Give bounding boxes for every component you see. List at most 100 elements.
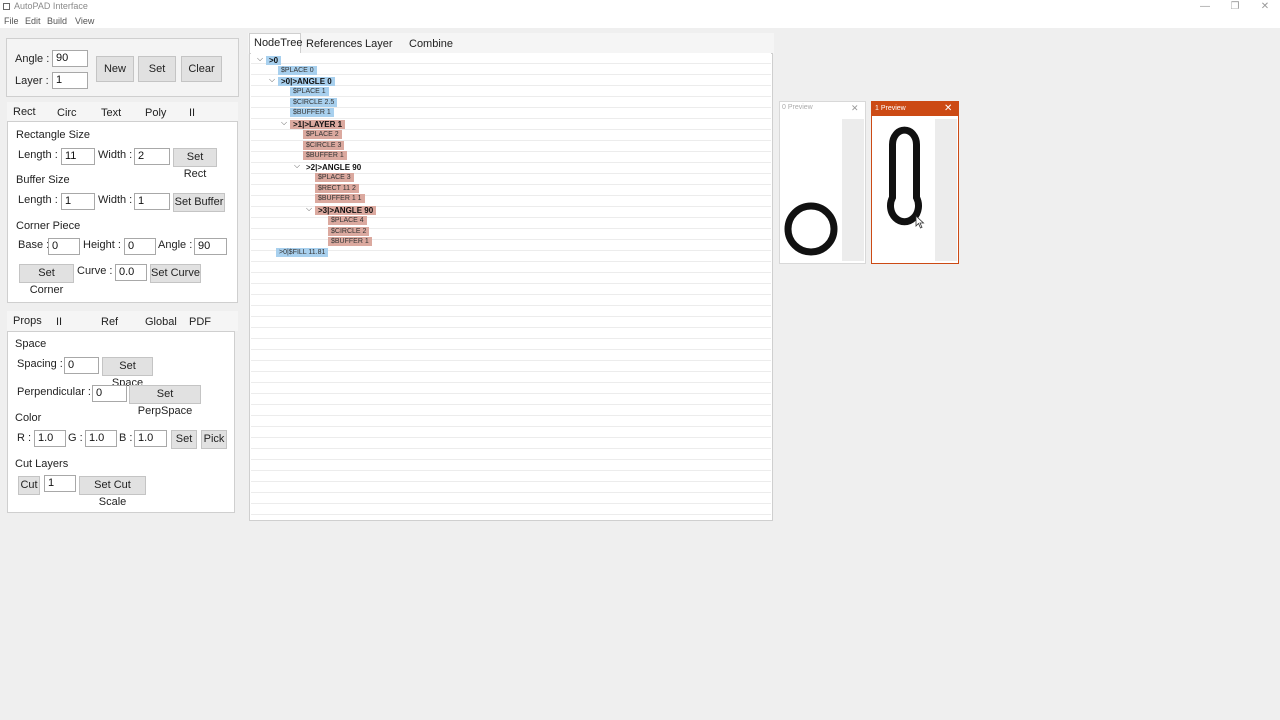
b-input[interactable]: 1.0 (134, 430, 167, 447)
pick-color-button[interactable]: Pick (201, 430, 227, 449)
set-color-button[interactable]: Set (171, 430, 197, 449)
tab-pdf[interactable]: PDF (189, 316, 211, 328)
tree-node[interactable]: $PLACE 2 (303, 130, 342, 139)
chevron-down-icon[interactable]: ⌵ (269, 75, 275, 85)
buffer-length-label: Length : (18, 194, 58, 206)
set-corner-button[interactable]: Set Corner (19, 264, 74, 296)
tab-poly[interactable]: Poly (145, 107, 166, 119)
restore-button[interactable]: ❐ (1220, 0, 1250, 14)
tree-node[interactable]: >0|>ANGLE 0 (278, 77, 335, 86)
cut-button[interactable]: Cut (18, 476, 40, 495)
g-input[interactable]: 1.0 (85, 430, 117, 447)
tab-props[interactable]: Props (13, 315, 42, 327)
tree-node[interactable]: $CIRCLE 3 (303, 141, 345, 150)
new-button[interactable]: New (96, 56, 134, 82)
set-cut-scale-button[interactable]: Set Cut Scale (79, 476, 146, 508)
buffer-length-input[interactable]: 1 (61, 193, 95, 210)
tree-node[interactable]: $PLACE 1 (290, 87, 329, 96)
angle-input[interactable]: 90 (52, 50, 88, 67)
tree-node[interactable]: $BUFFER 1 (290, 108, 334, 117)
b-label: B : (119, 432, 133, 444)
top-panel: Angle : 90 Layer : 1 New Set Clear (6, 38, 239, 97)
curve-input[interactable]: 0.0 (115, 264, 147, 281)
height-label: Height : (83, 239, 121, 251)
length-label: Length : (18, 149, 58, 161)
layer-label: Layer : (15, 75, 49, 87)
minimize-button[interactable]: — (1190, 0, 1220, 14)
tab-props-ii[interactable]: II (56, 316, 62, 328)
set-perpspace-button[interactable]: Set PerpSpace (129, 385, 201, 417)
tree-node[interactable]: $PLACE 0 (278, 66, 317, 75)
buffer-width-input[interactable]: 1 (134, 193, 170, 210)
tree-node[interactable]: $BUFFER 1 1 (315, 194, 365, 203)
spacing-input[interactable]: 0 (64, 357, 99, 374)
r-input[interactable]: 1.0 (34, 430, 66, 447)
menu-edit[interactable]: Edit (25, 16, 41, 26)
layer-input[interactable]: 1 (52, 72, 88, 89)
tab-circ[interactable]: Circ (57, 107, 77, 119)
spacing-label: Spacing : (17, 358, 63, 370)
tab-global[interactable]: Global (145, 316, 177, 328)
tree-node[interactable]: >0 (266, 56, 282, 65)
tree-node[interactable]: $PLACE 3 (315, 173, 354, 182)
close-icon[interactable]: ✕ (944, 103, 952, 114)
set-button[interactable]: Set (138, 56, 176, 82)
chevron-down-icon[interactable]: ⌵ (257, 54, 263, 64)
preview-0-window[interactable]: 0 Preview ✕ (779, 101, 866, 264)
curve-label: Curve : (77, 265, 113, 277)
corner-angle-input[interactable]: 90 (194, 238, 227, 255)
app-icon (3, 3, 10, 10)
tree-node[interactable]: $RECT 11 2 (315, 184, 359, 193)
angle-label: Angle : (15, 53, 50, 65)
width-input[interactable]: 2 (134, 148, 170, 165)
menu-file[interactable]: File (4, 16, 19, 26)
length-input[interactable]: 11 (61, 148, 95, 165)
tree-node[interactable]: $CIRCLE 2.5 (290, 98, 338, 107)
tab-combine[interactable]: Combine (409, 38, 453, 50)
perpendicular-input[interactable]: 0 (92, 385, 127, 402)
tree-node[interactable]: >1|>LAYER 1 (290, 120, 346, 129)
menu-build[interactable]: Build (47, 16, 67, 26)
node-tree: ⌵ >0 $PLACE 0 ⌵ >0|>ANGLE 0 $PLACE 1 $CI… (251, 53, 771, 518)
r-label: R : (17, 432, 32, 444)
set-buffer-button[interactable]: Set Buffer (173, 193, 225, 212)
circle-shape (784, 202, 838, 256)
tree-node[interactable]: >2|>ANGLE 90 (303, 163, 364, 172)
tree-node[interactable]: $BUFFER 1 (303, 151, 347, 160)
set-curve-button[interactable]: Set Curve (150, 264, 201, 283)
set-rect-button[interactable]: Set Rect (173, 148, 217, 180)
buffer-width-label: Width : (98, 194, 133, 206)
height-input[interactable]: 0 (124, 238, 156, 255)
preview-0-canvas (784, 202, 838, 256)
tree-node[interactable]: >3|>ANGLE 90 (315, 206, 377, 215)
preview-1-canvas (887, 126, 925, 229)
title-bar: AutoPAD Interface — ❐ ✕ (0, 0, 1280, 14)
chevron-down-icon[interactable]: ⌵ (294, 161, 300, 171)
chevron-down-icon[interactable]: ⌵ (281, 118, 287, 128)
menu-view[interactable]: View (75, 16, 94, 26)
tree-node[interactable]: $PLACE 4 (328, 216, 367, 225)
tree-node[interactable]: $BUFFER 1 (328, 237, 372, 246)
chevron-down-icon[interactable]: ⌵ (306, 204, 312, 214)
tab-references[interactable]: References (306, 38, 362, 50)
tab-layer[interactable]: Layer (365, 38, 393, 50)
tab-text[interactable]: Text (101, 107, 121, 119)
tree-node[interactable]: >0|$FILL 11.81 (276, 248, 329, 257)
color-heading: Color (15, 412, 42, 424)
clear-button[interactable]: Clear (181, 56, 222, 82)
preview-1-window[interactable]: 1 Preview ✕ (871, 101, 959, 264)
tab-ref[interactable]: Ref (101, 316, 118, 328)
buffer-size-heading: Buffer Size (16, 174, 70, 186)
tab-rect[interactable]: Rect (13, 106, 36, 118)
base-input[interactable]: 0 (48, 238, 80, 255)
tab-ii[interactable]: II (189, 107, 195, 119)
set-space-button[interactable]: Set Space (102, 357, 153, 389)
shape-tab-strip (7, 102, 238, 121)
cut-input[interactable]: 1 (44, 475, 76, 492)
corner-angle-label: Angle : (158, 239, 193, 251)
close-icon[interactable]: ✕ (851, 103, 859, 114)
tab-nodetree[interactable]: NodeTree (254, 37, 303, 49)
tree-node[interactable]: $CIRCLE 2 (328, 227, 370, 236)
menu-bar: File Edit Build View (0, 14, 1280, 28)
close-button[interactable]: ✕ (1250, 0, 1280, 14)
